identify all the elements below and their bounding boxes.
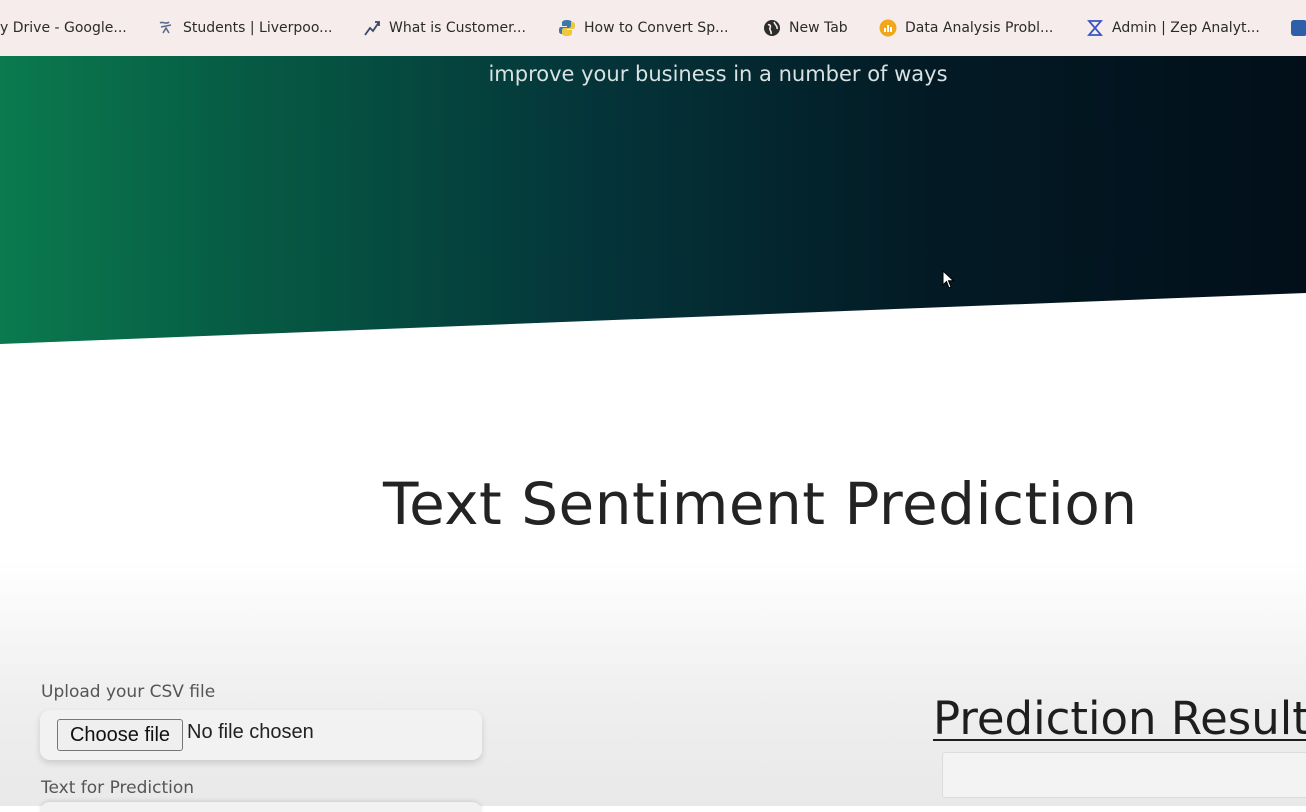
file-status-text: No file chosen [187, 721, 314, 743]
bookmark-what-is-customer[interactable]: What is Customer... [363, 14, 526, 42]
bookmark-drive[interactable]: y Drive - Google... [0, 14, 127, 42]
page-title: Text Sentiment Prediction [383, 470, 1138, 538]
liverpool-icon [157, 19, 175, 37]
hero-banner [0, 56, 1306, 344]
bookmark-favicon-icon [1290, 19, 1306, 37]
bookmark-how-to-convert[interactable]: How to Convert Sp... [558, 14, 728, 42]
text-prediction-label: Text for Prediction [41, 778, 195, 798]
bookmark-label: y Drive - Google... [0, 20, 127, 36]
mouse-cursor-icon [942, 270, 955, 289]
bookmark-label: Students | Liverpoo... [183, 20, 333, 36]
bookmark-label: Admin | Zep Analyt... [1112, 20, 1260, 36]
bookmark-label: How to Convert Sp... [584, 20, 729, 36]
bookmark-new-tab[interactable]: New Tab [763, 14, 848, 42]
bookmark-students-liverpool[interactable]: Students | Liverpoo... [157, 14, 333, 42]
bookmarks-bar: y Drive - Google... Students | Liverpoo.… [0, 0, 1306, 57]
bookmark-label: New Tab [789, 20, 848, 36]
globe-icon [763, 19, 781, 37]
bookmark-overflow[interactable] [1290, 14, 1306, 42]
chart-badge-icon [879, 19, 897, 37]
choose-file-button[interactable]: Choose file [57, 719, 183, 751]
bookmark-admin-zep[interactable]: Admin | Zep Analyt... [1086, 14, 1260, 42]
prediction-result-box [942, 752, 1306, 798]
trend-icon [363, 19, 381, 37]
python-icon [558, 19, 576, 37]
bookmark-label: What is Customer... [389, 20, 526, 36]
bookmark-label: Data Analysis Probl... [905, 20, 1054, 36]
hero-subtitle: improve your business in a number of way… [488, 62, 948, 86]
prediction-text-input[interactable] [40, 802, 482, 812]
hourglass-icon [1086, 19, 1104, 37]
upload-label: Upload your CSV file [41, 682, 216, 702]
prediction-result-heading: Prediction Result [933, 692, 1306, 745]
bookmark-data-analysis[interactable]: Data Analysis Probl... [879, 14, 1053, 42]
